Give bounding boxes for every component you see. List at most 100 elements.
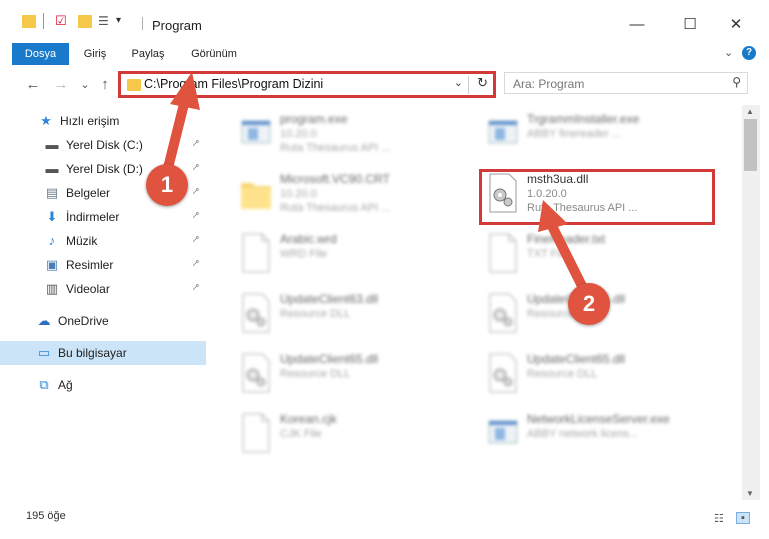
expand-ribbon-icon[interactable]: ⌄ (724, 46, 733, 59)
address-separator (468, 76, 469, 94)
address-path[interactable]: C:\Program Files\Program Dizini (144, 77, 323, 91)
dll-file-icon (487, 173, 519, 213)
file-name: Microsoft.VC90.CRT (280, 172, 390, 186)
pin-icon[interactable]: ⊸ (189, 185, 203, 199)
file-description: Ruta Thesaurus API ... (280, 142, 391, 154)
sidebar-item[interactable]: ▥ Videolar ⊸ (0, 277, 206, 301)
scroll-thumb[interactable] (744, 119, 757, 171)
view-options-icon[interactable]: ☰ (98, 13, 114, 29)
tab-view[interactable]: Görünüm (184, 43, 244, 65)
sidebar-item-label: Hızlı erişim (60, 114, 120, 128)
tab-file[interactable]: Dosya (12, 43, 69, 65)
sidebar-item-label: Videolar (66, 282, 110, 296)
maximize-button[interactable]: ☐ (667, 12, 713, 36)
pin-icon[interactable]: ⊸ (189, 233, 203, 247)
forward-button[interactable]: → (52, 75, 70, 95)
exe-file-icon (240, 113, 272, 153)
file-icon (240, 413, 272, 453)
search-icon[interactable]: ⚲ (732, 75, 741, 89)
status-bar: 195 öğe ☷ ▪ (0, 502, 769, 539)
sidebar-item[interactable]: ▣ Resimler ⊸ (0, 253, 206, 277)
file-description: Ruta Thesaurus API ... (527, 202, 638, 214)
file-item[interactable]: UpdateClient63.dll Resource DLL (232, 289, 472, 345)
sidebar-item[interactable]: ⬇ İndirmeler ⊸ (0, 205, 206, 229)
folder-icon (240, 173, 272, 213)
file-item[interactable]: FineReader.txt TXT File (479, 229, 719, 285)
file-description: Ruta Thesaurus API ... (280, 202, 391, 214)
file-item[interactable]: UpdateClient65.dll Resource DLL (232, 349, 472, 405)
file-item[interactable]: Korean.cjk CJK File (232, 409, 472, 465)
file-list: program.exe 10.20.0 Ruta Thesaurus API ...… (212, 105, 741, 500)
minimize-button[interactable]: — (614, 12, 660, 36)
large-icons-view-icon[interactable]: ▪ (736, 512, 750, 524)
ribbon-tabs: Dosya Giriş Paylaş Görünüm ⌄ ? (0, 40, 769, 65)
dll-file-icon (240, 353, 272, 393)
file-name: program.exe (280, 112, 348, 126)
file-item[interactable]: Microsoft.VC90.CRT 10.20.0 Ruta Thesaurus … (232, 169, 472, 225)
sidebar-item-label: Yerel Disk (C:) (66, 138, 143, 152)
file-item[interactable]: UpdateClient65.dll Resource DLL (479, 349, 719, 405)
quick-access-dropdown-icon[interactable]: ▾ (116, 13, 126, 29)
sidebar-item-label: Ağ (58, 378, 73, 392)
sidebar-item[interactable]: ▬ Yerel Disk (C:) ⊸ (0, 133, 206, 157)
cloud-icon: ☁ (37, 313, 51, 328)
step-2-badge: 2 (568, 283, 610, 325)
drive-icon: ▬ (45, 161, 59, 176)
dll-file-icon (487, 293, 519, 333)
pin-icon[interactable]: ⊸ (189, 257, 203, 271)
file-item[interactable]: Arabic.wrd WRD File (232, 229, 472, 285)
sidebar-item[interactable]: ▭ Bu bilgisayar (0, 341, 206, 365)
folder-icon (127, 79, 141, 91)
sidebar-item[interactable]: ★ Hızlı erişim (0, 109, 206, 133)
item-count: 195 öğe (26, 510, 66, 522)
step-1-badge: 1 (146, 164, 188, 206)
sidebar-item-label: Resimler (66, 258, 114, 272)
sidebar-item[interactable]: ♪ Müzik ⊸ (0, 229, 206, 253)
file-name: msth3ua.dll (527, 172, 589, 186)
search-input[interactable]: Ara: Program ⚲ (504, 72, 748, 94)
sidebar-item-label: İndirmeler (66, 210, 120, 224)
vertical-scrollbar[interactable]: ▲ ▼ (742, 105, 760, 500)
file-version: Resource DLL (280, 308, 351, 320)
scroll-down-icon[interactable]: ▼ (746, 489, 754, 498)
download-icon: ⬇ (46, 209, 58, 224)
video-icon: ▥ (45, 281, 59, 296)
sidebar-item[interactable]: ☁ OneDrive (0, 309, 206, 333)
scroll-up-icon[interactable]: ▲ (746, 107, 754, 116)
file-version: Resource DLL (280, 368, 351, 380)
up-button[interactable]: ↑ (96, 75, 114, 95)
sidebar-item-label: Yerel Disk (D:) (66, 162, 143, 176)
properties-icon[interactable]: ☑ (55, 13, 69, 29)
file-version: ABBY finereader ... (527, 128, 621, 140)
pin-icon[interactable]: ⊸ (189, 209, 203, 223)
close-button[interactable]: ✕ (713, 12, 759, 36)
pin-icon[interactable]: ⊸ (189, 161, 203, 175)
file-item[interactable]: TrgrammInstaller.exe ABBY finereader ... (479, 109, 719, 165)
navigation-bar: ← → ⌄ ↑ C:\Program Files\Program Dizini … (0, 67, 769, 103)
pin-icon[interactable]: ⊸ (189, 137, 203, 151)
sidebar-item[interactable]: ⧉ Ağ (0, 373, 206, 397)
new-folder-icon[interactable] (78, 15, 92, 28)
file-item[interactable]: msth3ua.dll 1.0.20.0 Ruta Thesaurus API ..… (479, 169, 719, 225)
file-version: WRD File (280, 248, 328, 260)
address-dropdown-icon[interactable]: ⌄ (454, 76, 463, 89)
file-version: CJK File (280, 428, 322, 440)
search-placeholder: Ara: Program (513, 77, 585, 91)
refresh-icon[interactable]: ↻ (477, 75, 488, 91)
file-version: ABBY network licens... (527, 428, 639, 440)
pin-icon[interactable]: ⊸ (189, 281, 203, 295)
file-name: FineReader.txt (527, 232, 606, 246)
file-name: TrgrammInstaller.exe (527, 112, 640, 126)
tab-share[interactable]: Paylaş (124, 43, 172, 65)
file-version: Resource DLL (527, 368, 598, 380)
file-item[interactable]: NetworkLicenseServer.exe ABBY network lic… (479, 409, 719, 465)
tab-home[interactable]: Giriş (76, 43, 114, 65)
file-name: Arabic.wrd (280, 232, 337, 246)
file-item[interactable]: program.exe 10.20.0 Ruta Thesaurus API ... (232, 109, 472, 165)
star-icon: ★ (40, 113, 52, 128)
back-button[interactable]: ← (24, 75, 42, 95)
help-icon[interactable]: ? (742, 46, 756, 60)
details-view-icon[interactable]: ☷ (714, 512, 728, 525)
address-bar[interactable]: C:\Program Files\Program Dizini ⌄ ↻ (118, 71, 496, 98)
recent-locations-button[interactable]: ⌄ (76, 75, 94, 95)
